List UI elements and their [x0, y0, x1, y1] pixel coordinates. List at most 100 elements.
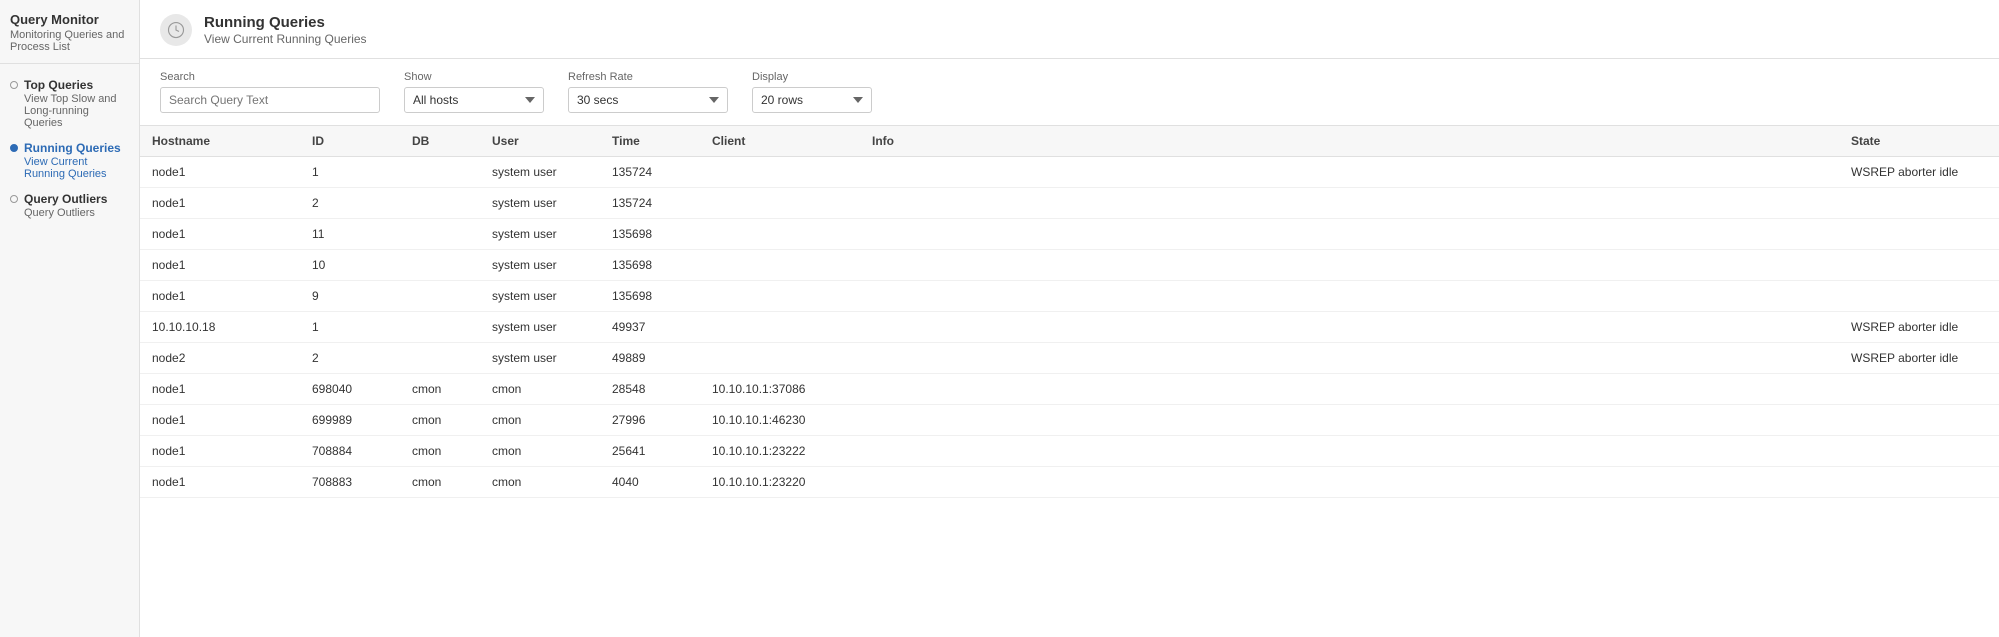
col-header-client: Client: [700, 126, 860, 157]
cell-client: 10.10.10.1:46230: [700, 405, 860, 436]
cell-user: system user: [480, 343, 600, 374]
display-label: Display: [752, 71, 872, 83]
cell-user: cmon: [480, 374, 600, 405]
page-title: Running Queries: [204, 14, 367, 31]
search-input[interactable]: [160, 87, 380, 113]
cell-id: 9: [300, 281, 400, 312]
cell-id: 11: [300, 219, 400, 250]
table-body: node11system user135724WSREP aborter idl…: [140, 157, 1999, 498]
cell-info: [860, 436, 1839, 467]
table-row[interactable]: 10.10.10.181system user49937WSREP aborte…: [140, 312, 1999, 343]
show-select[interactable]: All hostsnode1node210.10.10.18: [404, 87, 544, 113]
cell-time: 135724: [600, 157, 700, 188]
cell-user: cmon: [480, 405, 600, 436]
table-row[interactable]: node12system user135724: [140, 188, 1999, 219]
cell-time: 49937: [600, 312, 700, 343]
sidebar-item-sublabel: Query Outliers: [24, 207, 107, 219]
cell-time: 49889: [600, 343, 700, 374]
cell-db: [400, 281, 480, 312]
refresh-select[interactable]: 5 secs10 secs30 secs60 secsManual: [568, 87, 728, 113]
cell-hostname: node1: [140, 374, 300, 405]
refresh-label: Refresh Rate: [568, 71, 728, 83]
cell-info: [860, 250, 1839, 281]
cell-info: [860, 467, 1839, 498]
cell-info: [860, 281, 1839, 312]
sidebar-nav: Top Queries View Top Slow and Long-runni…: [0, 64, 139, 233]
display-group: Display 10 rows20 rows50 rows100 rows: [752, 71, 872, 113]
cell-id: 699989: [300, 405, 400, 436]
cell-client: [700, 219, 860, 250]
cell-client: [700, 250, 860, 281]
cell-time: 135724: [600, 188, 700, 219]
cell-db: [400, 188, 480, 219]
sidebar-header: Query Monitor Monitoring Queries and Pro…: [0, 0, 139, 64]
cell-state: [1839, 436, 1999, 467]
table-row[interactable]: node1699989cmoncmon2799610.10.10.1:46230: [140, 405, 1999, 436]
sidebar-item-dot: [10, 144, 18, 152]
cell-db: cmon: [400, 467, 480, 498]
cell-user: system user: [480, 312, 600, 343]
table-row[interactable]: node110system user135698: [140, 250, 1999, 281]
toolbar: Search Show All hostsnode1node210.10.10.…: [140, 59, 1999, 126]
table-row[interactable]: node1708883cmoncmon404010.10.10.1:23220: [140, 467, 1999, 498]
col-header-hostname: Hostname: [140, 126, 300, 157]
queries-table: HostnameIDDBUserTimeClientInfoState node…: [140, 126, 1999, 498]
cell-info: [860, 343, 1839, 374]
page-subtitle: View Current Running Queries: [204, 32, 367, 46]
cell-db: cmon: [400, 374, 480, 405]
cell-time: 25641: [600, 436, 700, 467]
cell-id: 708883: [300, 467, 400, 498]
table-row[interactable]: node111system user135698: [140, 219, 1999, 250]
table-area: HostnameIDDBUserTimeClientInfoState node…: [140, 126, 1999, 637]
cell-time: 135698: [600, 219, 700, 250]
cell-state: WSREP aborter idle: [1839, 157, 1999, 188]
cell-id: 698040: [300, 374, 400, 405]
sidebar-item-query-outliers[interactable]: Query Outliers Query Outliers: [0, 186, 139, 225]
cell-user: system user: [480, 250, 600, 281]
table-row[interactable]: node19system user135698: [140, 281, 1999, 312]
cell-state: [1839, 219, 1999, 250]
display-select[interactable]: 10 rows20 rows50 rows100 rows: [752, 87, 872, 113]
cell-client: 10.10.10.1:37086: [700, 374, 860, 405]
cell-client: [700, 157, 860, 188]
cell-info: [860, 219, 1839, 250]
cell-info: [860, 312, 1839, 343]
cell-state: WSREP aborter idle: [1839, 312, 1999, 343]
page-header-text: Running Queries View Current Running Que…: [204, 14, 367, 46]
page-header-icon: [160, 14, 192, 46]
cell-user: cmon: [480, 436, 600, 467]
cell-hostname: node1: [140, 188, 300, 219]
cell-hostname: node2: [140, 343, 300, 374]
cell-client: 10.10.10.1:23222: [700, 436, 860, 467]
cell-state: [1839, 374, 1999, 405]
cell-client: [700, 188, 860, 219]
table-row[interactable]: node1708884cmoncmon2564110.10.10.1:23222: [140, 436, 1999, 467]
table-header-row: HostnameIDDBUserTimeClientInfoState: [140, 126, 1999, 157]
sidebar-item-sublabel: View Current Running Queries: [24, 156, 129, 180]
show-label: Show: [404, 71, 544, 83]
sidebar-item-running-queries[interactable]: Running Queries View Current Running Que…: [0, 135, 139, 186]
sidebar-item-top-queries[interactable]: Top Queries View Top Slow and Long-runni…: [0, 72, 139, 135]
main-content: Running Queries View Current Running Que…: [140, 0, 1999, 637]
cell-state: [1839, 467, 1999, 498]
table-row[interactable]: node1698040cmoncmon2854810.10.10.1:37086: [140, 374, 1999, 405]
cell-user: system user: [480, 157, 600, 188]
cell-hostname: node1: [140, 467, 300, 498]
cell-info: [860, 405, 1839, 436]
cell-hostname: node1: [140, 405, 300, 436]
cell-db: cmon: [400, 436, 480, 467]
cell-hostname: node1: [140, 436, 300, 467]
sidebar-item-sublabel: View Top Slow and Long-running Queries: [24, 93, 129, 129]
cell-time: 135698: [600, 281, 700, 312]
col-header-user: User: [480, 126, 600, 157]
table-row[interactable]: node22system user49889WSREP aborter idle: [140, 343, 1999, 374]
cell-user: system user: [480, 281, 600, 312]
cell-state: [1839, 405, 1999, 436]
cell-client: [700, 281, 860, 312]
table-row[interactable]: node11system user135724WSREP aborter idl…: [140, 157, 1999, 188]
sidebar-item-label: Query Outliers: [24, 192, 107, 206]
sidebar-item-dot: [10, 195, 18, 203]
col-header-db: DB: [400, 126, 480, 157]
cell-client: 10.10.10.1:23220: [700, 467, 860, 498]
refresh-group: Refresh Rate 5 secs10 secs30 secs60 secs…: [568, 71, 728, 113]
